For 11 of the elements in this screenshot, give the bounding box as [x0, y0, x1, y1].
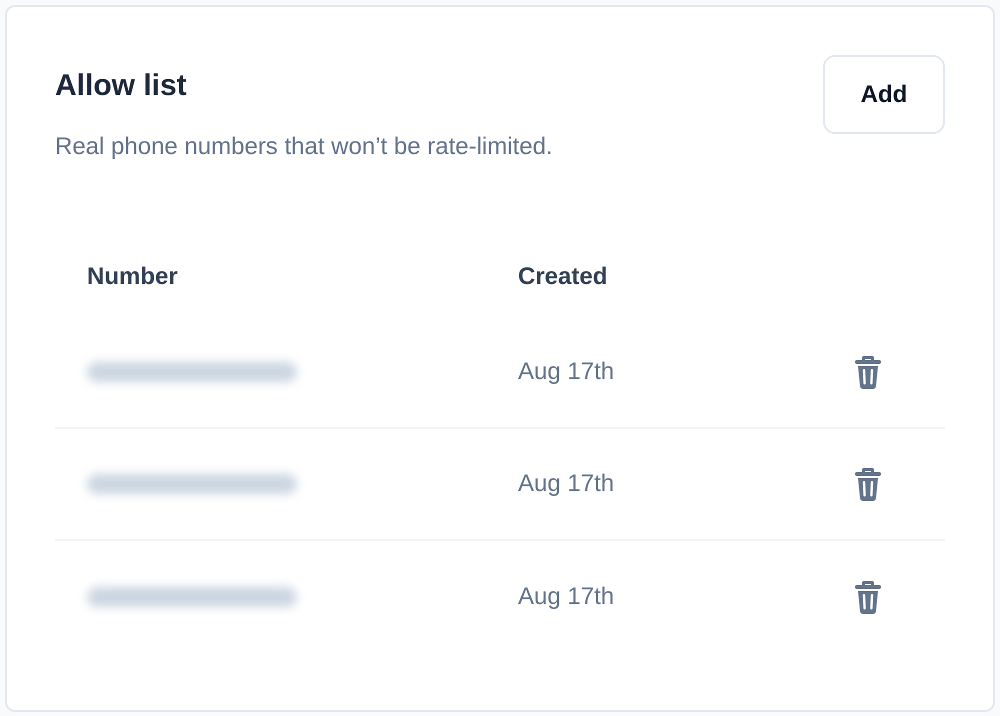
- table-cell-text: Aug 17th: [518, 470, 616, 498]
- trash-icon[interactable]: [855, 355, 881, 389]
- table-cell-text: Aug 17th: [518, 358, 616, 386]
- column-header: Created: [518, 263, 608, 291]
- table-cell-text: Aug 17th: [518, 583, 616, 611]
- card-title: Allow list: [55, 69, 188, 103]
- add-button[interactable]: Add: [823, 55, 945, 134]
- column-header: Number: [86, 263, 179, 291]
- trash-icon[interactable]: [855, 467, 881, 501]
- trash-icon[interactable]: [855, 580, 881, 614]
- card-description: Real phone numbers that won’t be rate-limited.: [55, 133, 553, 161]
